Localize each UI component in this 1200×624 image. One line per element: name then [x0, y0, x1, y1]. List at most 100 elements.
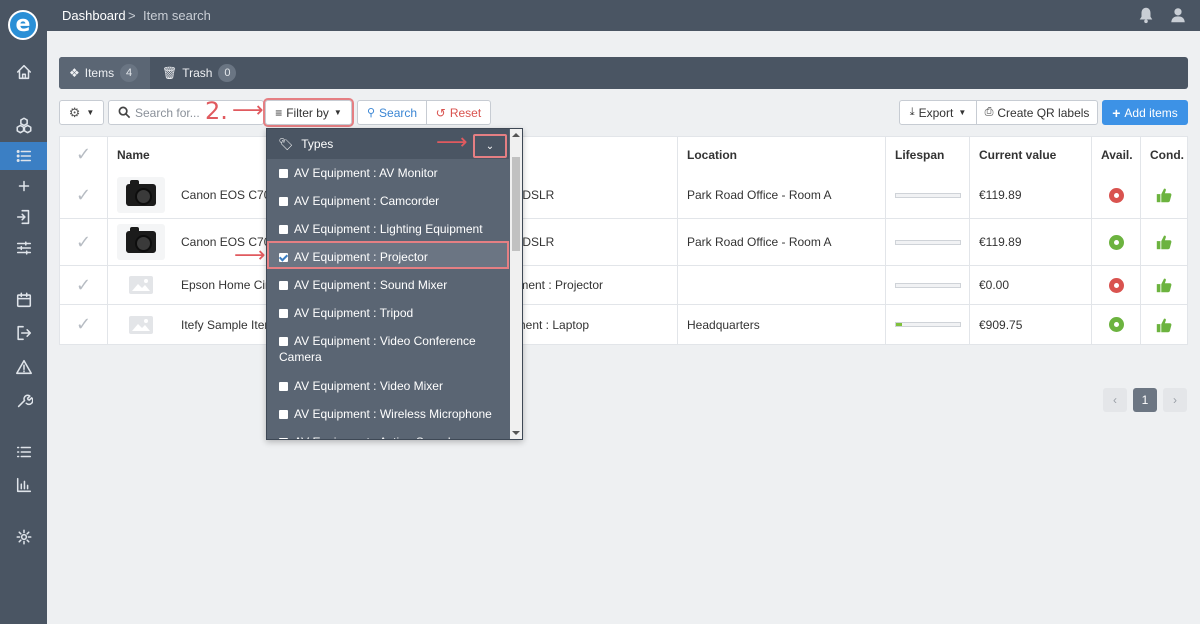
tab-items[interactable]: ❖ Items 4 [59, 57, 150, 89]
item-current-value: €0.00 [970, 266, 1092, 304]
item-type: pment : Laptop [500, 305, 678, 344]
warning-icon[interactable] [0, 353, 47, 381]
scroll-down-icon[interactable] [512, 431, 520, 435]
export-label: Export [918, 105, 954, 120]
status-dot-icon [1108, 317, 1124, 332]
dropdown-option[interactable]: AV Equipment : Tripod [267, 305, 509, 321]
filter-by-button[interactable]: ≡ Filter by ▼ [263, 98, 354, 127]
cubes-icon[interactable] [0, 111, 47, 139]
search-button-label: Search [379, 105, 418, 120]
page-button[interactable]: 1 [1133, 388, 1157, 412]
option-label: AV Equipment : Camcorder [294, 194, 440, 208]
search-button[interactable]: ⚲ Search [357, 100, 427, 125]
add-items-button[interactable]: + Add items [1102, 100, 1188, 125]
option-checkbox[interactable] [279, 253, 288, 262]
breadcrumb-current: Item search [143, 8, 211, 23]
reset-button[interactable]: ↺ Reset [426, 100, 491, 125]
scroll-up-icon[interactable] [512, 133, 520, 137]
table-row[interactable]: ✓ Canon EOS C70 Ca: DSLR Park Road Office … [60, 219, 1187, 266]
import-icon[interactable] [0, 203, 47, 231]
header-cond[interactable]: Cond. [1141, 137, 1187, 172]
wrench-icon[interactable] [0, 387, 47, 415]
dropdown-option[interactable]: AV Equipment : Video Conference Camera [267, 333, 509, 365]
bell-icon[interactable] [1137, 6, 1155, 24]
camera-image [126, 180, 156, 206]
top-bar: Dashboard > Item search [47, 0, 1200, 31]
item-thumbnail[interactable] [117, 224, 165, 260]
table-row[interactable]: ✓ Itefy Sample Iten pment : Laptop Headquar… [60, 305, 1187, 345]
export-button[interactable]: ⤓ Export ▼ [899, 100, 977, 125]
item-location: Headquarters [678, 305, 886, 344]
dropdown-scrollbar[interactable] [510, 129, 522, 439]
item-thumbnail[interactable] [117, 267, 165, 303]
item-lifespan [886, 172, 970, 218]
item-thumbnail[interactable] [117, 307, 165, 343]
item-type: a: DSLR [500, 172, 678, 218]
breadcrumb-dashboard[interactable]: Dashboard [62, 8, 126, 23]
select-all-checkbox[interactable]: ✓ [60, 137, 108, 172]
tab-trash[interactable]: 🗑 Trash 0 [152, 57, 246, 89]
option-checkbox[interactable] [279, 197, 288, 206]
gear-icon[interactable] [0, 523, 47, 551]
option-label: AV Equipment : Tripod [294, 306, 414, 320]
option-checkbox[interactable] [279, 382, 288, 391]
item-thumbnail[interactable] [117, 177, 165, 213]
header-current-value[interactable]: Current value [970, 137, 1092, 172]
list-icon[interactable] [0, 142, 47, 170]
option-checkbox[interactable] [279, 169, 288, 178]
collapse-button[interactable]: ⌄ [473, 134, 507, 158]
option-checkbox[interactable] [279, 309, 288, 318]
user-icon[interactable] [1169, 6, 1187, 24]
table-row[interactable]: ✓ Canon EOS C70 Ca: DSLR Park Road Office … [60, 172, 1187, 219]
dropdown-option[interactable]: AV Equipment : Action Sound [267, 434, 509, 439]
option-checkbox[interactable] [279, 281, 288, 290]
dropdown-option[interactable]: AV Equipment : Sound Mixer [267, 277, 509, 293]
chart-icon[interactable] [0, 471, 47, 499]
table-header-row: ✓ Name Location Lifespan Current value A… [60, 137, 1187, 173]
option-checkbox[interactable] [279, 337, 288, 346]
item-location: Park Road Office - Room A [678, 172, 886, 218]
item-lifespan [886, 305, 970, 344]
header-lifespan[interactable]: Lifespan [886, 137, 970, 172]
tab-items-count: 4 [120, 64, 139, 82]
dropdown-option[interactable]: AV Equipment : Video Mixer [267, 378, 509, 394]
tab-bar: ❖ Items 4 🗑 Trash 0 [59, 57, 1188, 89]
row-checkbox[interactable]: ✓ [60, 172, 108, 218]
create-qr-labels-button[interactable]: ⎙ Create QR labels [976, 100, 1098, 125]
settings-dropdown-button[interactable]: ⚙ ▼ [59, 100, 104, 125]
header-location[interactable]: Location [678, 137, 886, 172]
option-checkbox[interactable] [279, 438, 288, 439]
table-row[interactable]: ✓ Epson Home Cin ipment : Projector €0.00 [60, 266, 1187, 305]
tasks-icon[interactable] [0, 438, 47, 466]
item-availability [1092, 219, 1141, 265]
annotation-arrow-icon: ⟶ [234, 243, 266, 268]
calendar-icon[interactable] [0, 286, 47, 314]
option-checkbox[interactable] [279, 410, 288, 419]
image-placeholder-icon [129, 276, 153, 294]
lifespan-bar [895, 322, 961, 327]
dropdown-option[interactable]: AV Equipment : Projector [267, 241, 509, 269]
option-label: AV Equipment : Sound Mixer [294, 278, 448, 292]
row-checkbox[interactable]: ✓ [60, 219, 108, 265]
dropdown-option[interactable]: AV Equipment : AV Monitor [267, 165, 509, 181]
dropdown-option[interactable]: AV Equipment : Wireless Microphone [267, 406, 509, 422]
dropdown-option[interactable]: AV Equipment : Camcorder [267, 193, 509, 209]
app-logo[interactable]: e [8, 10, 38, 40]
tab-trash-label: Trash [182, 66, 213, 80]
next-page-button[interactable]: › [1163, 388, 1187, 412]
prev-page-button[interactable]: ‹ [1103, 388, 1127, 412]
option-checkbox[interactable] [279, 225, 288, 234]
scroll-thumb[interactable] [512, 157, 520, 251]
row-checkbox[interactable]: ✓ [60, 266, 108, 304]
dropdown-option[interactable]: AV Equipment : Lighting Equipment [267, 221, 509, 237]
row-checkbox[interactable]: ✓ [60, 305, 108, 344]
sliders-icon[interactable] [0, 234, 47, 262]
home-icon[interactable] [0, 58, 47, 86]
thumbs-up-icon [1156, 318, 1172, 332]
sign-out-icon[interactable] [0, 319, 47, 347]
plus-icon[interactable] [0, 172, 47, 200]
header-avail[interactable]: Avail. [1092, 137, 1141, 172]
option-label: AV Equipment : Projector [294, 250, 428, 264]
undo-icon: ↺ [435, 105, 446, 120]
image-placeholder-icon [129, 315, 153, 334]
